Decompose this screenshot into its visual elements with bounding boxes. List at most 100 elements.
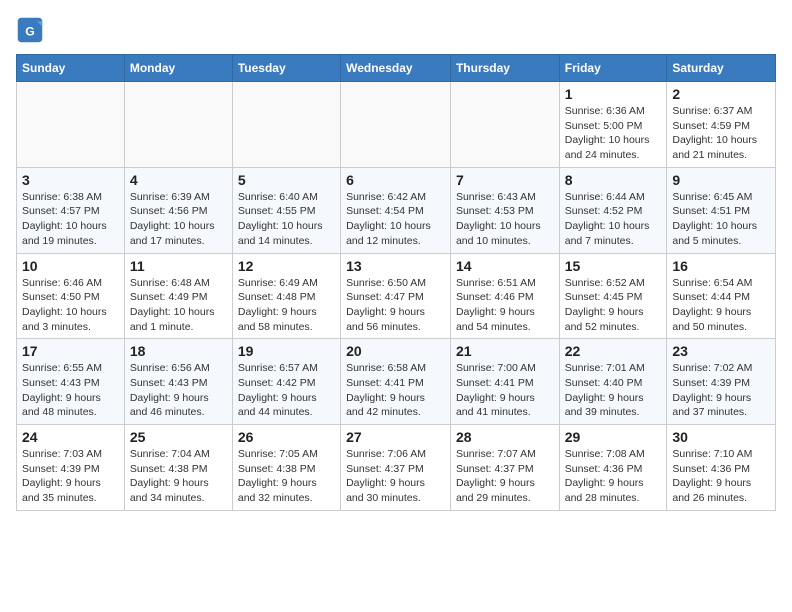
calendar-week-4: 17 Sunrise: 6:55 AM Sunset: 4:43 PM Dayli… <box>17 339 776 425</box>
calendar-cell <box>341 82 451 168</box>
weekday-header-sunday: Sunday <box>17 55 125 82</box>
day-number: 24 <box>22 429 119 445</box>
day-info: Sunrise: 6:54 AM Sunset: 4:44 PM Dayligh… <box>672 276 770 335</box>
calendar-cell: 24 Sunrise: 7:03 AM Sunset: 4:39 PM Dayli… <box>17 425 125 511</box>
weekday-header-monday: Monday <box>124 55 232 82</box>
page-header: G <box>16 16 776 44</box>
weekday-header-tuesday: Tuesday <box>232 55 340 82</box>
day-info: Sunrise: 6:40 AM Sunset: 4:55 PM Dayligh… <box>238 190 335 249</box>
calendar-cell: 27 Sunrise: 7:06 AM Sunset: 4:37 PM Dayli… <box>341 425 451 511</box>
day-number: 19 <box>238 343 335 359</box>
day-info: Sunrise: 6:55 AM Sunset: 4:43 PM Dayligh… <box>22 361 119 420</box>
calendar-cell: 1Sunrise: 6:36 AM Sunset: 5:00 PM Daylig… <box>559 82 667 168</box>
calendar-cell: 9 Sunrise: 6:45 AM Sunset: 4:51 PM Daylig… <box>667 167 776 253</box>
day-number: 28 <box>456 429 554 445</box>
calendar-cell: 26 Sunrise: 7:05 AM Sunset: 4:38 PM Dayli… <box>232 425 340 511</box>
day-info: Sunrise: 7:07 AM Sunset: 4:37 PM Dayligh… <box>456 447 554 506</box>
day-info: Sunrise: 6:44 AM Sunset: 4:52 PM Dayligh… <box>565 190 662 249</box>
day-number: 27 <box>346 429 445 445</box>
day-number: 17 <box>22 343 119 359</box>
day-number: 5 <box>238 172 335 188</box>
calendar-cell: 25 Sunrise: 7:04 AM Sunset: 4:38 PM Dayli… <box>124 425 232 511</box>
day-number: 7 <box>456 172 554 188</box>
day-number: 4 <box>130 172 227 188</box>
weekday-header-wednesday: Wednesday <box>341 55 451 82</box>
day-info: Sunrise: 7:03 AM Sunset: 4:39 PM Dayligh… <box>22 447 119 506</box>
calendar-cell: 22 Sunrise: 7:01 AM Sunset: 4:40 PM Dayli… <box>559 339 667 425</box>
day-info: Sunrise: 6:57 AM Sunset: 4:42 PM Dayligh… <box>238 361 335 420</box>
day-number: 16 <box>672 258 770 274</box>
calendar-cell: 16 Sunrise: 6:54 AM Sunset: 4:44 PM Dayli… <box>667 253 776 339</box>
day-info: Sunrise: 6:56 AM Sunset: 4:43 PM Dayligh… <box>130 361 227 420</box>
day-number: 20 <box>346 343 445 359</box>
day-number: 11 <box>130 258 227 274</box>
calendar-cell: 14Sunrise: 6:51 AM Sunset: 4:46 PM Dayli… <box>450 253 559 339</box>
day-info: Sunrise: 6:48 AM Sunset: 4:49 PM Dayligh… <box>130 276 227 335</box>
day-info: Sunrise: 6:58 AM Sunset: 4:41 PM Dayligh… <box>346 361 445 420</box>
day-info: Sunrise: 6:39 AM Sunset: 4:56 PM Dayligh… <box>130 190 227 249</box>
calendar-cell: 23 Sunrise: 7:02 AM Sunset: 4:39 PM Dayli… <box>667 339 776 425</box>
day-number: 2 <box>672 86 770 102</box>
day-number: 13 <box>346 258 445 274</box>
calendar-cell: 29 Sunrise: 7:08 AM Sunset: 4:36 PM Dayli… <box>559 425 667 511</box>
day-info: Sunrise: 7:10 AM Sunset: 4:36 PM Dayligh… <box>672 447 770 506</box>
day-number: 23 <box>672 343 770 359</box>
day-number: 25 <box>130 429 227 445</box>
calendar-cell: 3 Sunrise: 6:38 AM Sunset: 4:57 PM Daylig… <box>17 167 125 253</box>
calendar-cell: 19 Sunrise: 6:57 AM Sunset: 4:42 PM Dayli… <box>232 339 340 425</box>
calendar-cell: 20 Sunrise: 6:58 AM Sunset: 4:41 PM Dayli… <box>341 339 451 425</box>
day-number: 29 <box>565 429 662 445</box>
calendar-body: 1Sunrise: 6:36 AM Sunset: 5:00 PM Daylig… <box>17 82 776 511</box>
calendar-cell: 11 Sunrise: 6:48 AM Sunset: 4:49 PM Dayli… <box>124 253 232 339</box>
calendar-cell: 30 Sunrise: 7:10 AM Sunset: 4:36 PM Dayli… <box>667 425 776 511</box>
day-info: Sunrise: 6:36 AM Sunset: 5:00 PM Dayligh… <box>565 104 662 163</box>
calendar-cell <box>17 82 125 168</box>
calendar-cell <box>124 82 232 168</box>
day-info: Sunrise: 7:00 AM Sunset: 4:41 PM Dayligh… <box>456 361 554 420</box>
calendar-cell: 6Sunrise: 6:42 AM Sunset: 4:54 PM Daylig… <box>341 167 451 253</box>
calendar-cell: 2 Sunrise: 6:37 AM Sunset: 4:59 PM Daylig… <box>667 82 776 168</box>
calendar-cell: 8 Sunrise: 6:44 AM Sunset: 4:52 PM Daylig… <box>559 167 667 253</box>
calendar-cell: 12Sunrise: 6:49 AM Sunset: 4:48 PM Dayli… <box>232 253 340 339</box>
logo: G <box>16 16 48 44</box>
day-info: Sunrise: 7:01 AM Sunset: 4:40 PM Dayligh… <box>565 361 662 420</box>
calendar-cell: 28 Sunrise: 7:07 AM Sunset: 4:37 PM Dayli… <box>450 425 559 511</box>
calendar-cell <box>232 82 340 168</box>
weekday-header-row: SundayMondayTuesdayWednesdayThursdayFrid… <box>17 55 776 82</box>
day-info: Sunrise: 7:05 AM Sunset: 4:38 PM Dayligh… <box>238 447 335 506</box>
day-number: 12 <box>238 258 335 274</box>
day-number: 30 <box>672 429 770 445</box>
weekday-header-friday: Friday <box>559 55 667 82</box>
calendar-cell <box>450 82 559 168</box>
day-info: Sunrise: 6:37 AM Sunset: 4:59 PM Dayligh… <box>672 104 770 163</box>
calendar-cell: 5 Sunrise: 6:40 AM Sunset: 4:55 PM Daylig… <box>232 167 340 253</box>
day-info: Sunrise: 7:08 AM Sunset: 4:36 PM Dayligh… <box>565 447 662 506</box>
day-number: 9 <box>672 172 770 188</box>
calendar-week-3: 10 Sunrise: 6:46 AM Sunset: 4:50 PM Dayli… <box>17 253 776 339</box>
day-number: 22 <box>565 343 662 359</box>
calendar-cell: 17 Sunrise: 6:55 AM Sunset: 4:43 PM Dayli… <box>17 339 125 425</box>
day-number: 8 <box>565 172 662 188</box>
calendar-week-1: 1Sunrise: 6:36 AM Sunset: 5:00 PM Daylig… <box>17 82 776 168</box>
day-info: Sunrise: 6:46 AM Sunset: 4:50 PM Dayligh… <box>22 276 119 335</box>
logo-icon: G <box>16 16 44 44</box>
day-info: Sunrise: 6:45 AM Sunset: 4:51 PM Dayligh… <box>672 190 770 249</box>
calendar-week-2: 3 Sunrise: 6:38 AM Sunset: 4:57 PM Daylig… <box>17 167 776 253</box>
calendar-cell: 21Sunrise: 7:00 AM Sunset: 4:41 PM Dayli… <box>450 339 559 425</box>
calendar-cell: 18Sunrise: 6:56 AM Sunset: 4:43 PM Dayli… <box>124 339 232 425</box>
day-info: Sunrise: 7:06 AM Sunset: 4:37 PM Dayligh… <box>346 447 445 506</box>
day-number: 26 <box>238 429 335 445</box>
calendar-cell: 13Sunrise: 6:50 AM Sunset: 4:47 PM Dayli… <box>341 253 451 339</box>
day-number: 10 <box>22 258 119 274</box>
day-number: 3 <box>22 172 119 188</box>
weekday-header-saturday: Saturday <box>667 55 776 82</box>
day-number: 15 <box>565 258 662 274</box>
day-info: Sunrise: 6:38 AM Sunset: 4:57 PM Dayligh… <box>22 190 119 249</box>
calendar-cell: 4 Sunrise: 6:39 AM Sunset: 4:56 PM Daylig… <box>124 167 232 253</box>
day-info: Sunrise: 7:04 AM Sunset: 4:38 PM Dayligh… <box>130 447 227 506</box>
day-info: Sunrise: 7:02 AM Sunset: 4:39 PM Dayligh… <box>672 361 770 420</box>
day-info: Sunrise: 6:52 AM Sunset: 4:45 PM Dayligh… <box>565 276 662 335</box>
calendar-cell: 15 Sunrise: 6:52 AM Sunset: 4:45 PM Dayli… <box>559 253 667 339</box>
day-number: 14 <box>456 258 554 274</box>
day-info: Sunrise: 6:43 AM Sunset: 4:53 PM Dayligh… <box>456 190 554 249</box>
